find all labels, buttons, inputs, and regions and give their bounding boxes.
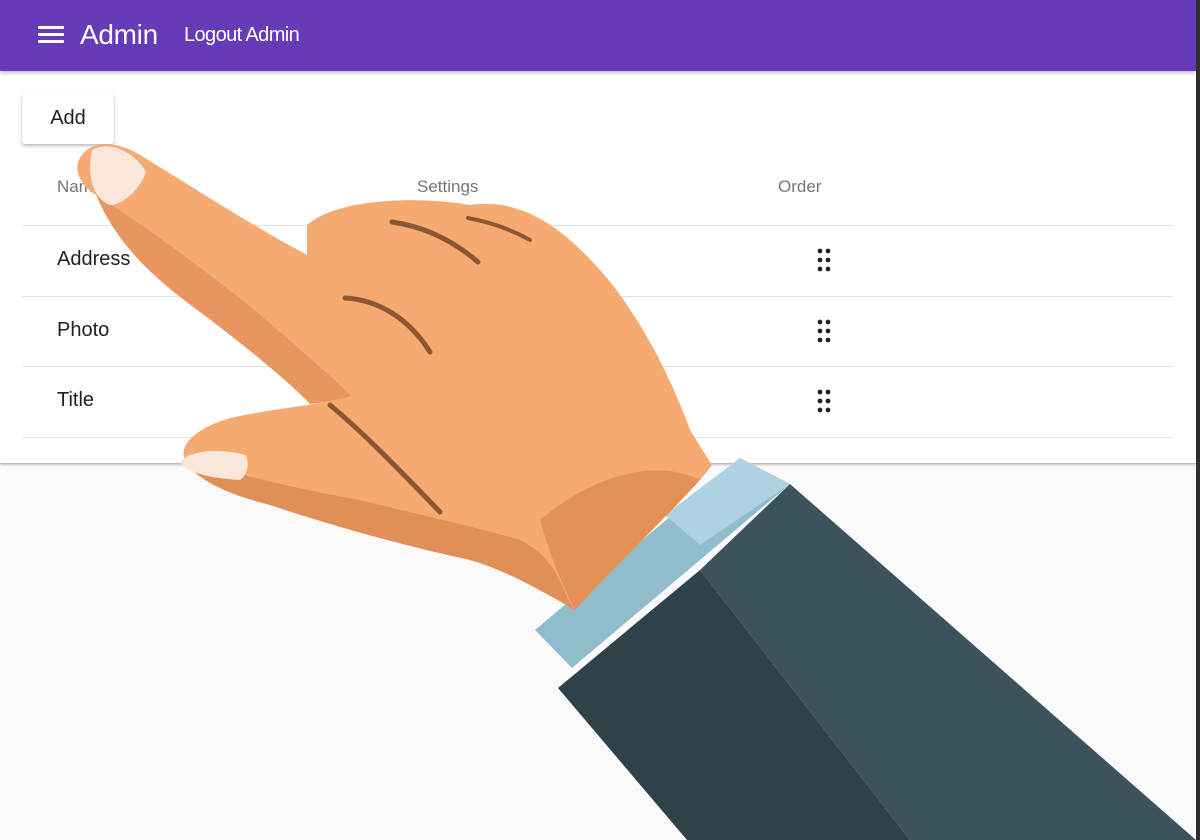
row-name-cell: Address	[57, 248, 131, 270]
sleeve	[558, 484, 1196, 840]
drag-handle-icon[interactable]	[817, 389, 831, 413]
app-title: Admin	[80, 19, 158, 50]
drag-handle-icon[interactable]	[817, 319, 831, 343]
table-row[interactable]: Address	[22, 226, 1173, 297]
fields-card: Add Name Settings Order Address Photo Ti…	[0, 71, 1196, 463]
row-name-cell: Photo	[57, 319, 110, 341]
window-edge	[1196, 0, 1200, 840]
logout-link[interactable]: Logout Admin	[184, 24, 300, 47]
app-bar: Admin Logout Admin	[0, 0, 1196, 71]
add-button[interactable]: Add	[22, 93, 114, 144]
row-name-cell: Title	[57, 389, 95, 411]
menu-icon[interactable]	[38, 25, 64, 45]
table-header: Name Settings Order	[22, 161, 1173, 226]
column-header-settings: Settings	[417, 177, 479, 196]
column-header-name: Name	[57, 177, 103, 196]
drag-handle-icon[interactable]	[817, 248, 831, 272]
column-header-order: Order	[778, 177, 822, 196]
table-row[interactable]: Title	[22, 367, 1173, 438]
table-row[interactable]: Photo	[22, 297, 1173, 367]
cuff	[535, 458, 790, 668]
